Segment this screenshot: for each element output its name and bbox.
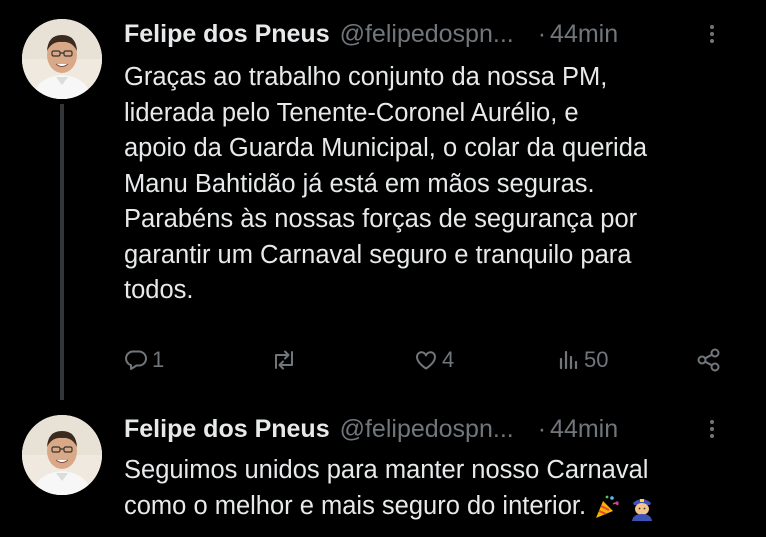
reply-count: 1 xyxy=(152,347,165,372)
timestamp[interactable]: 44min xyxy=(550,20,618,49)
tweet-text: Graças ao trabalho conjunto da nossa PM,… xyxy=(124,63,648,304)
more-options-icon[interactable] xyxy=(706,17,718,51)
avatar[interactable] xyxy=(22,19,102,99)
user-photo-icon xyxy=(22,19,102,99)
tweet-header: Felipe dos Pneus @felipedospn... · 44min xyxy=(124,17,744,51)
separator-dot: · xyxy=(537,414,547,443)
tweet-text-content: Seguimos unidos para manter nosso Carnav… xyxy=(124,456,649,520)
thread-line xyxy=(60,104,64,400)
more-options-icon[interactable] xyxy=(706,412,718,446)
avatar[interactable] xyxy=(22,415,102,495)
author-name[interactable]: Felipe dos Pneus xyxy=(124,20,330,49)
separator-dot: · xyxy=(537,19,547,48)
tweet-text: Seguimos unidos para manter nosso Carnav… xyxy=(124,453,744,524)
repost-button[interactable] xyxy=(271,343,301,377)
reply-icon xyxy=(125,350,147,370)
like-button[interactable]: 4 xyxy=(414,343,454,377)
action-bar: 1 4 50 xyxy=(124,343,734,377)
author-name[interactable]: Felipe dos Pneus xyxy=(124,415,330,444)
share-button[interactable] xyxy=(696,343,722,377)
like-count: 4 xyxy=(442,347,455,372)
reply-button[interactable]: 1 xyxy=(124,343,164,377)
tweet[interactable]: Felipe dos Pneus @felipedospn... · 44min… xyxy=(0,0,766,400)
heart-icon xyxy=(416,351,436,370)
police-officer-icon xyxy=(632,498,653,521)
user-photo-icon xyxy=(22,415,102,495)
view-count: 50 xyxy=(584,347,609,372)
author-handle[interactable]: @felipedospn... xyxy=(340,20,514,49)
party-popper-icon xyxy=(596,495,619,518)
timestamp[interactable]: 44min xyxy=(550,415,618,444)
views-button[interactable]: 50 xyxy=(556,343,608,377)
tweet-header: Felipe dos Pneus @felipedospn... · 44min xyxy=(124,412,744,446)
author-handle[interactable]: @felipedospn... xyxy=(340,415,514,444)
repost-icon xyxy=(275,350,293,370)
views-chart-icon xyxy=(559,350,578,370)
share-icon xyxy=(697,348,720,372)
